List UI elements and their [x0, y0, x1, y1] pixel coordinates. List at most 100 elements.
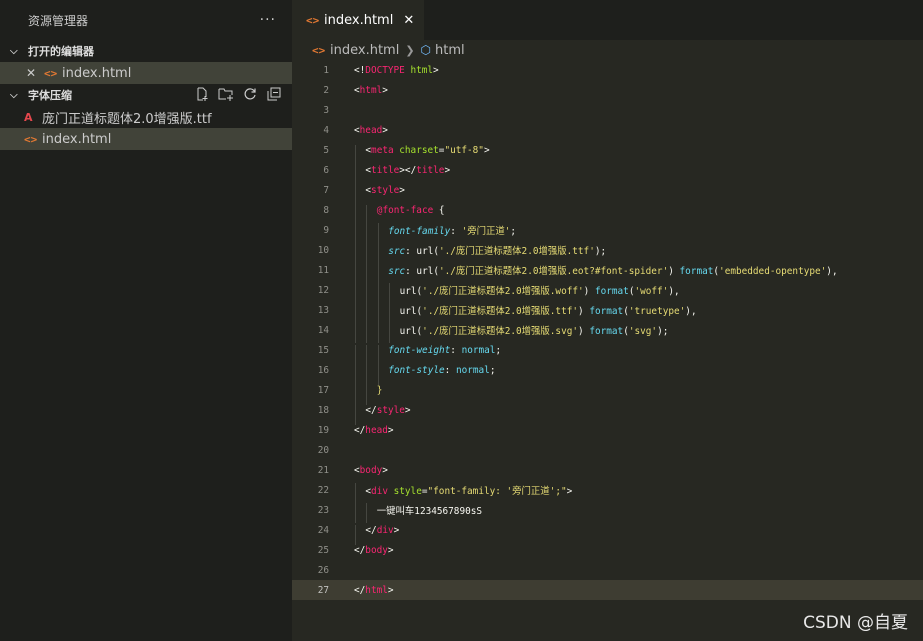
file-label: 庞门正道标题体2.0增强版.ttf	[42, 111, 212, 127]
code-token: style	[371, 184, 400, 196]
code-token: url(	[399, 286, 423, 297]
code-line[interactable]: 4 <head>	[292, 120, 923, 140]
code-line[interactable]: 9 font-family: '旁门正道';	[292, 220, 923, 243]
code-token: url(	[416, 246, 439, 257]
code-text: url('./庞门正道标题体2.0增强版.woff') format('woff…	[354, 283, 680, 303]
breadcrumb-file[interactable]: index.html	[330, 43, 399, 58]
line-number: 14	[317, 324, 329, 336]
file-item-ttf[interactable]: A 庞门正道标题体2.0增强版.ttf	[0, 106, 292, 128]
code-line[interactable]: 20	[292, 440, 923, 460]
code-token: :	[450, 226, 462, 237]
code-token: ),	[668, 286, 680, 297]
code-token: >	[387, 584, 394, 596]
code-text: <meta charset="utf-8">	[354, 144, 490, 165]
tab-index-html[interactable]: <> index.html ✕	[292, 0, 425, 40]
code-text: </div>	[354, 524, 399, 545]
new-file-icon[interactable]	[194, 87, 210, 104]
line-number: 15	[317, 344, 329, 356]
code-token: )	[578, 326, 590, 337]
close-icon[interactable]: ✕	[403, 13, 414, 28]
code-token: >	[387, 544, 394, 556]
line-number: 18	[317, 404, 329, 416]
code-text: </style>	[354, 404, 411, 425]
folder-actions	[194, 87, 292, 104]
code-token: @font-face	[376, 204, 434, 216]
line-number: 2	[323, 84, 329, 96]
code-line[interactable]: 21 <body>	[292, 460, 923, 480]
code-line[interactable]: 23 一键叫车1234567890sS	[292, 500, 923, 523]
code-editor[interactable]: 1 <!DOCTYPE html> 2 <html> 3 4 <head> 5 <meta ch…	[292, 60, 923, 600]
line-number: 4	[323, 124, 329, 136]
code-line[interactable]: 15 font-weight: normal;	[292, 340, 923, 365]
explorer-header: 资源管理器 ···	[0, 0, 292, 40]
code-line[interactable]: 18 </style>	[292, 400, 923, 425]
code-token: src	[388, 266, 406, 277]
code-token: )	[583, 286, 595, 297]
code-token: :	[444, 364, 456, 376]
code-text: <title></title>	[354, 164, 450, 185]
code-text: @font-face {	[354, 204, 445, 225]
code-token: >	[433, 64, 439, 76]
folder-section[interactable]: ⌵ 字体压缩	[0, 84, 292, 106]
code-line[interactable]: 17}	[292, 380, 923, 405]
code-token: );	[594, 246, 607, 257]
close-icon[interactable]: ✕	[26, 66, 44, 80]
code-line[interactable]: 12 url('./庞门正道标题体2.0增强版.woff') format('wo…	[292, 280, 923, 303]
code-text: <head>	[354, 125, 388, 136]
more-actions-icon[interactable]: ···	[260, 12, 276, 28]
collapse-all-icon[interactable]	[266, 87, 282, 104]
refresh-icon[interactable]	[242, 87, 258, 104]
code-text: </head>	[354, 425, 394, 436]
code-line[interactable]: 3	[292, 100, 923, 120]
code-token: ),	[826, 266, 838, 277]
code-line[interactable]: 1 <!DOCTYPE html>	[292, 60, 923, 80]
code-line[interactable]: 11 src: url('./庞门正道标题体2.0增强版.eot?#font-sp…	[292, 260, 923, 283]
code-token: {	[433, 204, 445, 216]
code-token: font-style	[388, 364, 445, 376]
code-line[interactable]: 22 <div style="font-family: '旁门正道';">	[292, 480, 923, 503]
code-token: body	[365, 544, 388, 556]
code-line[interactable]: 10 src: url('./庞门正道标题体2.0增强版.ttf');	[292, 240, 923, 263]
line-number: 10	[317, 244, 329, 256]
new-folder-icon[interactable]	[218, 87, 234, 104]
code-token: </	[365, 404, 377, 416]
code-line[interactable]: 24 </div>	[292, 520, 923, 545]
code-line[interactable]: 27 </html>	[292, 580, 923, 600]
code-line[interactable]: 16 font-style: normal;	[292, 360, 923, 385]
code-line[interactable]: 25 </body>	[292, 540, 923, 560]
code-line[interactable]: 14 url('./庞门正道标题体2.0增强版.svg') format('svg…	[292, 320, 923, 343]
code-line[interactable]: 8 @font-face {	[292, 200, 923, 225]
code-token: head	[359, 124, 383, 136]
code-line[interactable]: 6 <title></title>	[292, 160, 923, 185]
code-token: );	[657, 326, 669, 337]
code-line[interactable]: 19 </head>	[292, 420, 923, 440]
code-token: }	[376, 384, 383, 396]
code-token: 'woff'	[634, 286, 669, 297]
breadcrumb-symbol[interactable]: html	[435, 43, 465, 58]
code-line[interactable]: 26	[292, 560, 923, 580]
chevron-right-icon: ❯	[405, 43, 415, 57]
open-editor-item[interactable]: ✕ <> index.html	[0, 62, 292, 84]
code-token: font-family	[388, 226, 451, 237]
code-line[interactable]: 7 <style>	[292, 180, 923, 205]
file-item-html[interactable]: <> index.html	[0, 128, 292, 150]
line-number: 16	[317, 364, 329, 376]
code-text: url('./庞门正道标题体2.0增强版.ttf') format('truet…	[354, 303, 697, 323]
code-token: font-weight	[388, 344, 451, 356]
code-text: 一键叫车1234567890sS	[354, 503, 482, 523]
code-token: </	[365, 524, 377, 536]
code-token: ></	[399, 164, 417, 176]
open-editors-section[interactable]: ⌵ 打开的编辑器	[0, 40, 292, 62]
code-line[interactable]: 5 <meta charset="utf-8">	[292, 140, 923, 165]
line-number: 25	[317, 544, 329, 556]
code-line[interactable]: 2 <html>	[292, 80, 923, 100]
code-line[interactable]: 13 url('./庞门正道标题体2.0增强版.ttf') format('tru…	[292, 300, 923, 323]
code-token: )	[578, 306, 590, 317]
ttf-font-icon: A	[24, 110, 33, 124]
line-number: 8	[323, 204, 329, 216]
code-token: :	[405, 266, 417, 277]
open-editors-title: 打开的编辑器	[28, 45, 94, 58]
code-text: src: url('./庞门正道标题体2.0增强版.eot?#font-spid…	[354, 263, 838, 283]
file-label: index.html	[42, 131, 112, 147]
explorer-title: 资源管理器	[28, 13, 89, 28]
